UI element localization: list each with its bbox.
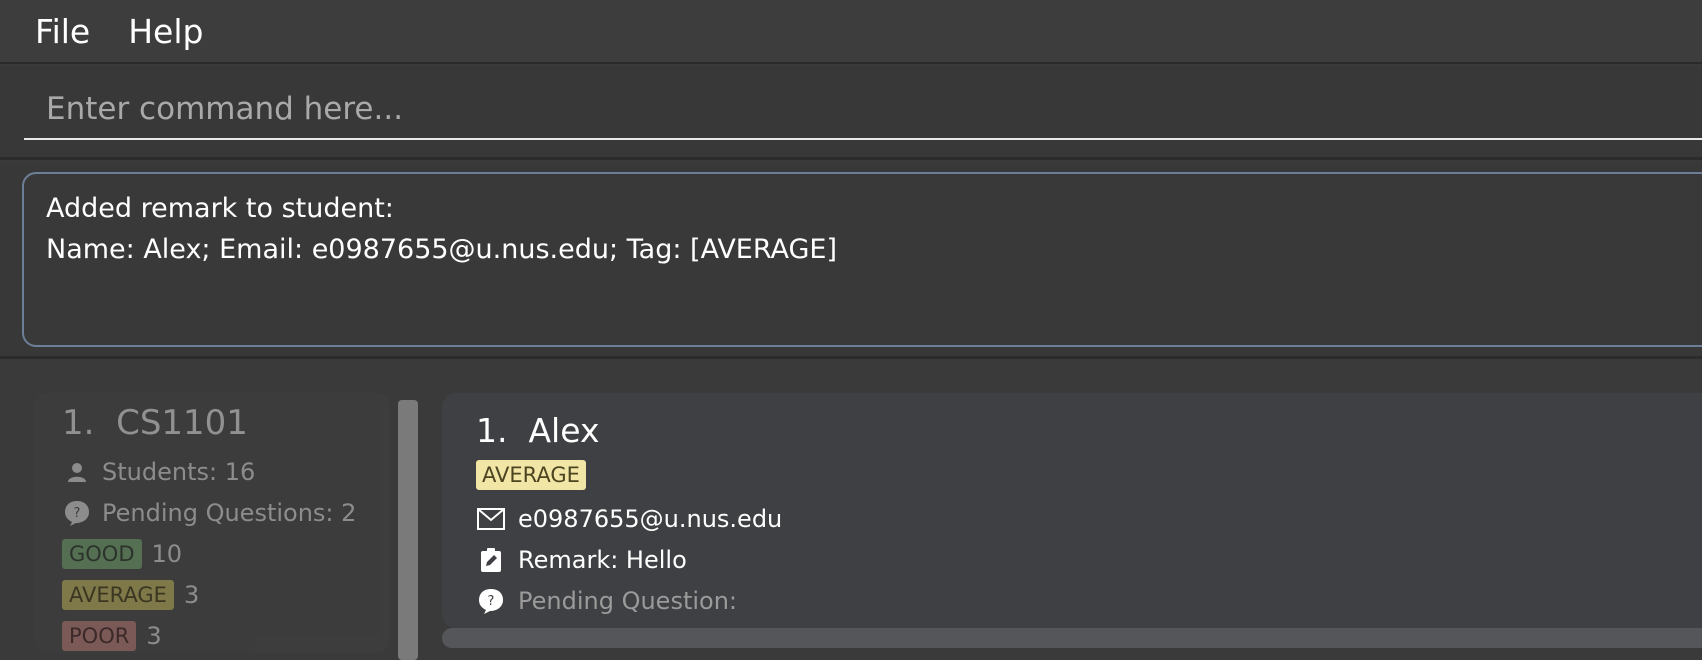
next-student-card[interactable] [442,628,1702,648]
class-card[interactable]: 1. CS1101 Students: 16 ? Pending Questio… [34,393,390,653]
student-pending-row: ? Pending Question: [476,580,1702,621]
command-input[interactable] [24,80,1702,140]
result-line-1: Added remark to student: [46,193,394,224]
student-remark-row: Remark: Hello [476,539,1702,580]
student-title: 1. Alex [476,411,600,450]
class-list-scrollbar[interactable] [398,400,418,660]
tag-good: GOOD [62,538,142,569]
class-title: 1. CS1101 [62,403,248,443]
command-panel [0,66,1702,160]
person-icon [62,457,92,487]
tag-average: AVERAGE [62,579,174,610]
tag-poor-count: 3 [146,621,162,650]
tag-row-average: AVERAGE 3 [62,574,390,615]
menu-file[interactable]: File [35,12,90,51]
student-email: e0987655@u.nus.edu [518,504,783,533]
svg-text:?: ? [74,506,81,521]
svg-text:?: ? [488,594,495,609]
mail-icon [476,504,506,534]
clipboard-edit-icon [476,545,506,575]
question-icon: ? [476,586,506,616]
class-students: Students: 16 [102,457,256,486]
menu-bar: File Help [0,0,1702,64]
student-remark: Remark: Hello [518,545,687,574]
tag-row-poor: POOR 3 [62,615,390,656]
menu-help[interactable]: Help [128,12,203,51]
student-card[interactable]: 1. Alex AVERAGE e0987655@u.nus.edu Remar… [442,393,1702,628]
student-pending: Pending Question: [518,586,737,615]
class-pending-row: ? Pending Questions: 2 [62,492,390,533]
tag-row-good: GOOD 10 [62,533,390,574]
result-display[interactable]: Added remark to student: Name: Alex; Ema… [22,172,1702,347]
tag-good-count: 10 [151,539,183,568]
result-line-2: Name: Alex; Email: e0987655@u.nus.edu; T… [46,234,838,265]
tag-poor: POOR [62,620,137,651]
class-students-row: Students: 16 [62,451,390,492]
class-pending: Pending Questions: 2 [102,498,357,527]
question-icon: ? [62,498,92,528]
student-tag: AVERAGE [476,460,586,490]
list-panel: 1. CS1101 Students: 16 ? Pending Questio… [0,362,1702,660]
tag-average-count: 3 [183,580,200,609]
student-email-row: e0987655@u.nus.edu [476,498,1702,539]
result-panel: Added remark to student: Name: Alex; Ema… [0,163,1702,359]
